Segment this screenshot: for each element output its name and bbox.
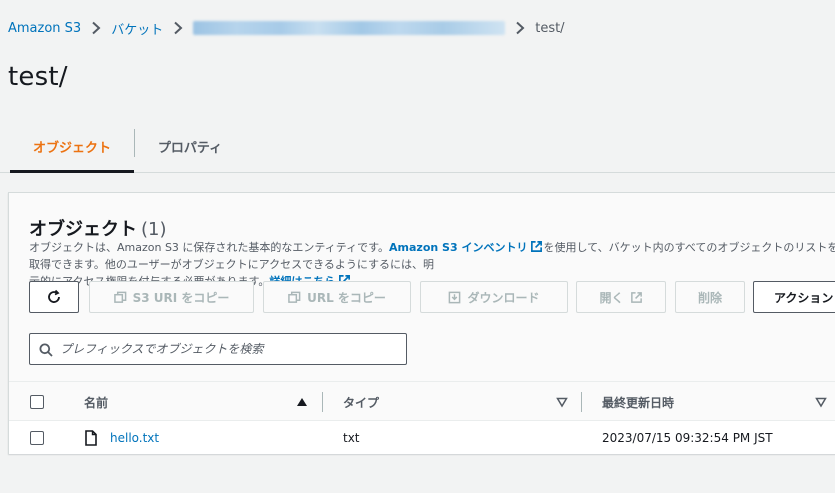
external-link-icon: [630, 291, 642, 303]
select-all-checkbox[interactable]: [30, 395, 44, 409]
copy-url-button[interactable]: URL をコピー: [263, 281, 411, 313]
column-header-last-modified[interactable]: 最終更新日時: [602, 382, 674, 422]
sort-caret-icon[interactable]: [815, 396, 827, 408]
file-type-cell: txt: [343, 430, 360, 445]
chevron-right-icon: [173, 21, 183, 35]
file-icon: [85, 429, 97, 446]
objects-panel: オブジェクト (1) オブジェクトは、Amazon S3 に保存された基本的なエン…: [8, 192, 835, 454]
delete-label: 削除: [697, 290, 722, 305]
copy-url-label: URL をコピー: [307, 290, 386, 305]
refresh-icon: [48, 289, 60, 303]
row-checkbox[interactable]: [30, 431, 44, 445]
file-name-link[interactable]: hello.txt: [110, 431, 159, 445]
tab-bar: オブジェクト プロパティ: [0, 120, 835, 173]
actions-label: アクション: [774, 290, 834, 305]
search-box[interactable]: [29, 333, 407, 365]
objects-count: (1): [141, 219, 167, 240]
copy-s3-uri-label: S3 URI をコピー: [132, 290, 230, 305]
refresh-button[interactable]: [29, 281, 79, 313]
column-header-type[interactable]: タイプ: [343, 382, 379, 422]
file-name-cell: hello.txt: [84, 421, 159, 454]
breadcrumb-current: test/: [535, 20, 565, 36]
tab-properties[interactable]: プロパティ: [135, 120, 245, 172]
chevron-right-icon: [91, 21, 101, 35]
delete-button[interactable]: 削除: [675, 281, 745, 313]
actions-dropdown-button[interactable]: アクション: [753, 281, 835, 313]
search-icon: [39, 343, 53, 357]
table-header: 名前 タイプ 最終更新日時: [9, 381, 835, 421]
inventory-link-label: Amazon S3 インベントリ: [389, 241, 528, 254]
last-modified-cell: 2023/07/15 09:32:54 PM JST: [602, 430, 773, 445]
tab-objects[interactable]: オブジェクト: [10, 120, 134, 173]
description-text-1: オブジェクトは、Amazon S3 に保存された基本的なエンティティです。: [29, 241, 390, 254]
objects-header: オブジェクト (1): [29, 215, 167, 241]
open-button[interactable]: 開く: [576, 281, 666, 313]
chevron-right-icon: [515, 21, 525, 35]
download-button[interactable]: ダウンロード: [420, 281, 568, 313]
column-separator[interactable]: [581, 392, 582, 412]
sort-caret-icon[interactable]: [556, 396, 568, 408]
open-label: 開く: [599, 290, 624, 305]
sort-ascending-icon[interactable]: [296, 396, 308, 408]
s3-object-page: Amazon S3 バケット test/ test/ オブジェクト プロパティ …: [0, 0, 835, 493]
breadcrumb-bucket-name-redacted[interactable]: [193, 21, 506, 35]
copy-s3-uri-button[interactable]: S3 URI をコピー: [89, 281, 254, 313]
inventory-link[interactable]: Amazon S3 インベントリ: [389, 241, 543, 254]
download-icon: [449, 291, 461, 303]
copy-icon: [113, 291, 126, 303]
column-separator[interactable]: [322, 392, 323, 412]
copy-icon: [288, 291, 301, 303]
external-link-icon: [531, 241, 543, 252]
page-title: test/: [8, 62, 68, 92]
download-label: ダウンロード: [467, 290, 540, 305]
breadcrumb-amazon-s3[interactable]: Amazon S3: [8, 21, 81, 36]
objects-title: オブジェクト: [29, 219, 137, 240]
column-header-name[interactable]: 名前: [84, 382, 108, 422]
breadcrumb: Amazon S3 バケット test/: [8, 18, 565, 38]
table-row: hello.txt txt 2023/07/15 09:32:54 PM JST: [9, 421, 835, 454]
breadcrumb-buckets[interactable]: バケット: [111, 19, 163, 38]
search-input[interactable]: [60, 342, 390, 356]
